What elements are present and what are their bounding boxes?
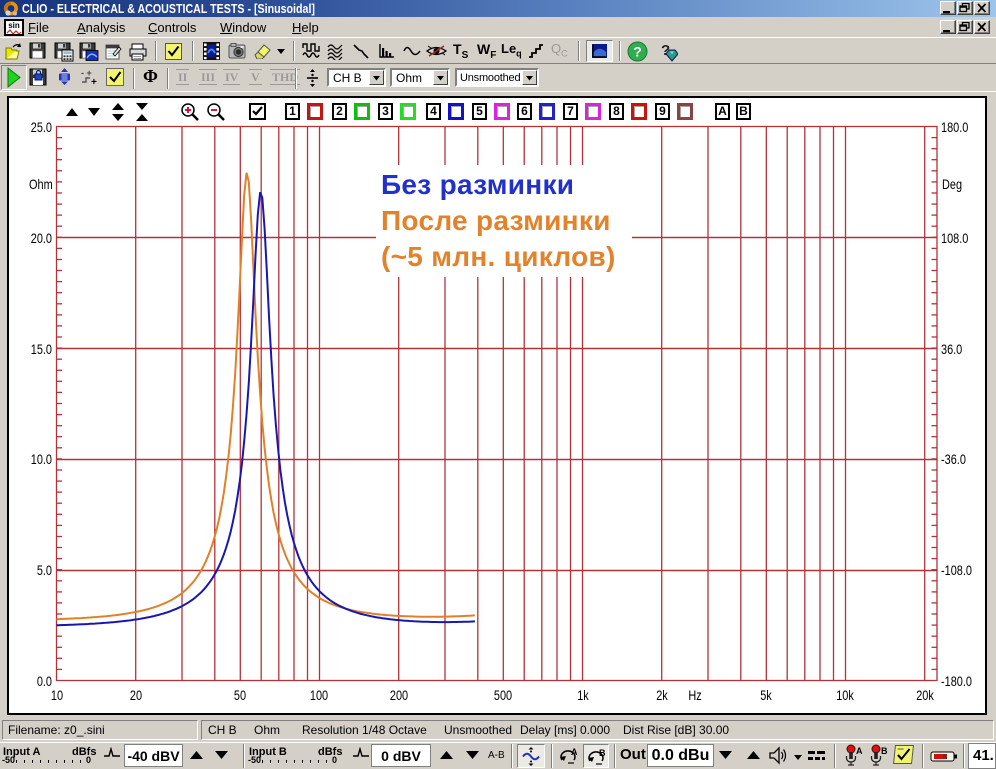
svg-text:A: A — [571, 747, 578, 757]
svg-text:A: A — [856, 746, 863, 756]
svg-text:B: B — [881, 746, 888, 756]
svg-text:B: B — [599, 748, 606, 758]
